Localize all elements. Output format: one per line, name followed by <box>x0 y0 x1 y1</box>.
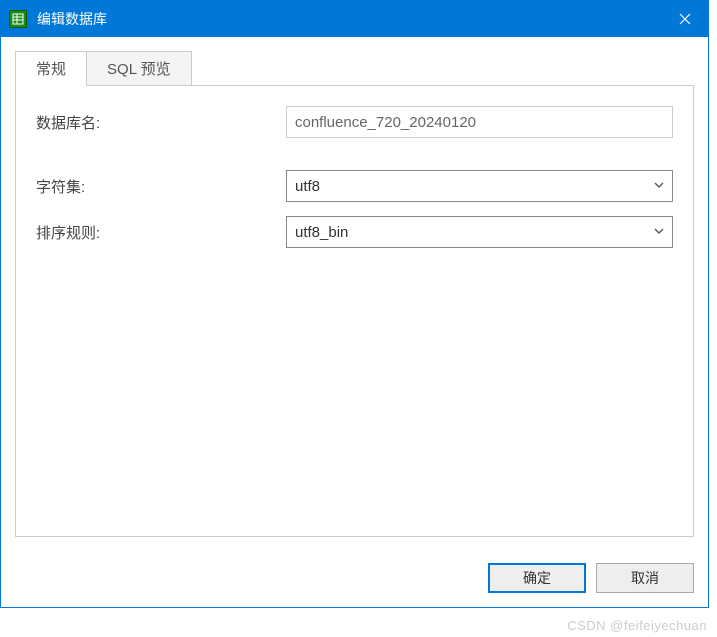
cancel-button[interactable]: 取消 <box>596 563 694 593</box>
select-charset-value: utf8 <box>295 178 320 195</box>
window-title: 编辑数据库 <box>37 9 662 29</box>
row-charset: 字符集: utf8 <box>36 170 673 202</box>
ok-button[interactable]: 确定 <box>488 563 586 593</box>
titlebar: 编辑数据库 <box>1 1 708 37</box>
dialog-window: 编辑数据库 常规 SQL 预览 数据库名: 字符集: utf8 <box>0 0 709 608</box>
input-db-name[interactable] <box>286 106 673 138</box>
select-collation[interactable]: utf8_bin <box>286 216 673 248</box>
label-collation: 排序规则: <box>36 222 286 243</box>
tab-sql-preview[interactable]: SQL 预览 <box>86 51 192 86</box>
tab-bar: 常规 SQL 预览 <box>15 51 694 86</box>
select-collation-value: utf8_bin <box>295 224 348 241</box>
label-charset: 字符集: <box>36 176 286 197</box>
close-button[interactable] <box>662 1 708 37</box>
row-db-name: 数据库名: <box>36 106 673 138</box>
app-icon <box>9 10 27 28</box>
tab-panel-general: 数据库名: 字符集: utf8 <box>15 85 694 537</box>
select-charset[interactable]: utf8 <box>286 170 673 202</box>
dialog-footer: 确定 取消 <box>1 551 708 607</box>
row-collation: 排序规则: utf8_bin <box>36 216 673 248</box>
label-db-name: 数据库名: <box>36 112 286 133</box>
tab-general[interactable]: 常规 <box>15 51 87 86</box>
watermark-text: CSDN @feifeiyechuan <box>567 618 707 633</box>
content-area: 常规 SQL 预览 数据库名: 字符集: utf8 <box>1 37 708 551</box>
